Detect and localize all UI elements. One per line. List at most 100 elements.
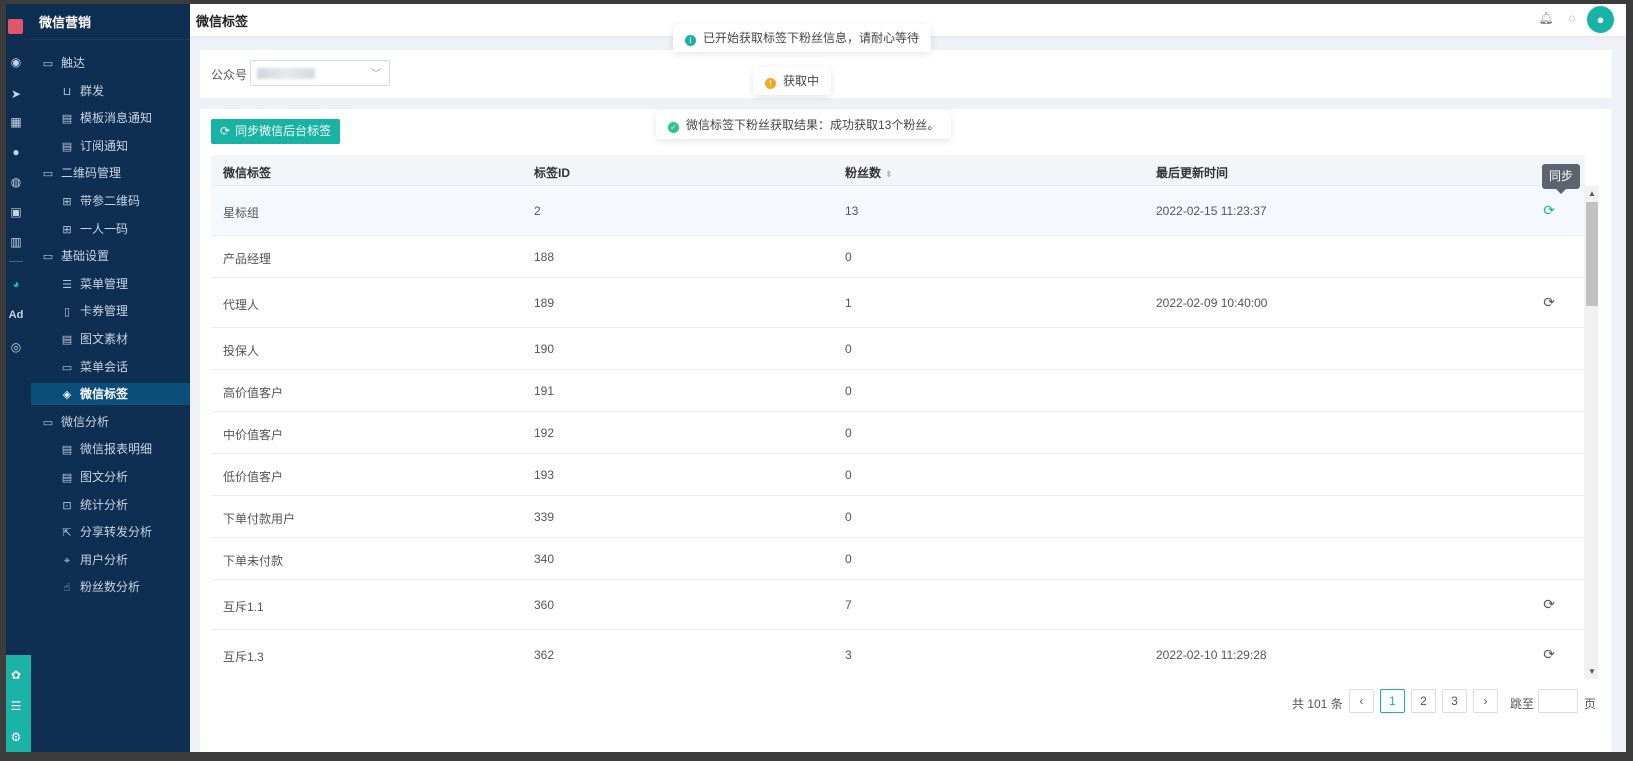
coupon-icon: ▯ [63,306,71,319]
sidebar-item-label: 卡券管理 [80,304,129,319]
table-row: 互斥1.1 360 7 ⟳ [211,580,1585,630]
sync-tags-button[interactable]: ⟳ 同步微信后台标签 [211,119,341,144]
play-circle-icon[interactable]: ◎ [8,339,24,355]
scroll-down-icon[interactable]: ▼ [1586,666,1598,678]
tag-id-cell: 191 [534,384,555,398]
account-select[interactable]: ﹀ [250,60,390,86]
dashboard-icon[interactable]: ◉ [8,54,24,70]
tag-id-cell: 189 [534,296,555,310]
page-3-button[interactable]: 3 [1442,689,1467,713]
folder-icon: ▭ [42,251,54,264]
sidebar-item-14[interactable]: ▤ 微信报表明细 [31,438,190,460]
sidebar-item-9[interactable]: ▯ 卡券管理 [31,300,190,322]
sidebar-item-label: 带参二维码 [80,194,141,208]
col-fans[interactable]: 粉丝数 ⬍ [845,164,893,181]
scrollbar-thumb[interactable] [1586,202,1598,306]
template-icon: ▤ [61,113,73,126]
sidebar-item-13[interactable]: ▭ 微信分析 [31,411,190,433]
gear-icon[interactable]: ⚙ [8,729,24,745]
server-icon[interactable]: ☰ [8,698,24,714]
redacted-account-value [257,68,315,79]
chart-icon[interactable]: ▥ [8,234,24,250]
fans-cell: 7 [845,598,852,612]
ad-icon[interactable]: Ad [8,307,24,323]
sidebar-item-label: 菜单管理 [80,276,129,291]
page-1-button[interactable]: 1 [1380,689,1405,713]
sidebar-item-15[interactable]: ▤ 图文分析 [31,466,190,488]
tag-id-cell: 360 [534,598,555,612]
sidebar-item-10[interactable]: ▤ 图文素材 [31,328,190,350]
page-2-button[interactable]: 2 [1411,689,1436,713]
page-jump-input[interactable] [1538,689,1578,713]
table-body: 星标组 2 13 2022-02-15 11:23:37 ⟳ 产品经理 188 0 代理人 189… [211,186,1585,676]
fans-cell: 0 [845,552,852,566]
updated-cell: 2022-02-10 11:29:28 [1156,648,1267,662]
table-row: 低价值客户 193 0 [211,454,1585,496]
bookmark-icon[interactable]: ▣ [8,204,24,220]
scroll-up-icon[interactable]: ▲ [1586,188,1598,200]
tag-id-cell: 2 [534,204,541,218]
sidebar-item-0[interactable]: ▭ 触达 [31,52,190,74]
users-icon[interactable]: ◍ [8,174,24,190]
sidebar-item-19[interactable]: ☝ 粉丝数分析 [31,576,190,598]
sidebar-item-3[interactable]: ▤ 订阅通知 [31,135,190,157]
info-icon: i [685,35,696,46]
app-window: ◉ ➤ ▦ ● ◍ ▣ ▥ ◕ Ad ◎ ✿ ☰ ⚙ 微信营销 ▭ 触达 ⊔ 群发 ▤ 模… [6,4,1626,752]
page-suffix: 页 [1584,697,1597,711]
team-icon[interactable]: ✿ [8,667,24,683]
tag-name-cell: 投保人 [223,344,260,358]
table-row: 星标组 2 13 2022-02-15 11:23:37 ⟳ [211,186,1585,236]
next-page-button[interactable]: › [1473,689,1498,713]
sidebar-item-12[interactable]: ◈ 微信标签 [31,383,190,406]
sidebar-item-4[interactable]: ▭ 二维码管理 [31,162,190,184]
sort-icon[interactable]: ⬍ [885,169,893,179]
toast-info: i 已开始获取标签下粉丝信息，请耐心等待 [673,24,932,52]
sidebar-item-17[interactable]: ⇱ 分享转发分析 [31,521,190,543]
fans-cell: 0 [845,468,852,482]
warning-icon: ! [765,78,776,89]
table-row: 互斥1.3 362 3 2022-02-10 11:29:28 ⟳ [211,630,1585,676]
sidebar-item-2[interactable]: ▤ 模板消息通知 [31,107,190,129]
sidebar-item-18[interactable]: ⌖ 用户分析 [31,549,190,571]
sidebar-item-1[interactable]: ⊔ 群发 [31,80,190,102]
col-updated: 最后更新时间 [1156,166,1229,180]
table-row: 产品经理 188 0 [211,236,1585,278]
tag-name-cell: 星标组 [223,206,260,220]
pagination: 共 101 条 ‹ 1 2 3 › 跳至 页 [1292,689,1602,715]
table-row: 投保人 190 0 [211,328,1585,370]
sidebar-item-label: 订阅通知 [80,138,129,153]
folder-icon: ▭ [42,416,54,429]
sidebar-item-label: 二维码管理 [61,166,122,181]
prev-page-button[interactable]: ‹ [1349,689,1374,713]
bell-icon[interactable]: 🔔︎ [1538,10,1554,26]
tag-id-cell: 188 [534,250,555,264]
row-sync-icon[interactable]: ⟳ [1543,202,1555,219]
table-row: 高价值客户 191 0 [211,370,1585,412]
sidebar-item-6[interactable]: ⊞ 一人一码 [31,218,190,240]
send-icon[interactable]: ➤ [8,86,24,102]
folder-icon: ▭ [42,168,54,181]
tag-id-cell: 340 [534,552,555,566]
fans-cell: 0 [845,384,852,398]
row-sync-icon[interactable]: ⟳ [1543,596,1555,613]
sidebar-item-label: 模板消息通知 [80,111,153,126]
sidebar-item-11[interactable]: ▭ 菜单会话 [31,356,190,378]
row-sync-icon[interactable]: ⟳ [1543,646,1555,663]
sidebar-item-16[interactable]: ⊡ 统计分析 [31,494,190,516]
broadcast-icon: ⊔ [62,85,72,98]
user-icon[interactable]: ● [8,144,24,160]
sync-tags-label: 同步微信后台标签 [235,124,332,138]
tag-name-cell: 低价值客户 [223,470,284,484]
row-sync-icon[interactable]: ⟳ [1543,294,1555,311]
avatar[interactable]: ● [1587,6,1614,33]
tag-id-cell: 193 [534,468,555,482]
sidebar-item-7[interactable]: ▭ 基础设置 [31,245,190,267]
article-analysis-icon: ▤ [61,472,73,484]
updated-cell: 2022-02-09 10:40:00 [1156,296,1268,310]
wechat-icon[interactable]: ◕ [8,276,24,292]
toast-success-text: 微信标签下粉丝获取结果：成功获取13个粉丝。 [686,118,940,132]
message-icon[interactable]: ◌ [1564,10,1580,26]
sidebar-item-8[interactable]: ☰ 菜单管理 [31,273,190,295]
calendar-icon[interactable]: ▦ [8,114,24,130]
sidebar-item-5[interactable]: ⊞ 带参二维码 [31,190,190,212]
